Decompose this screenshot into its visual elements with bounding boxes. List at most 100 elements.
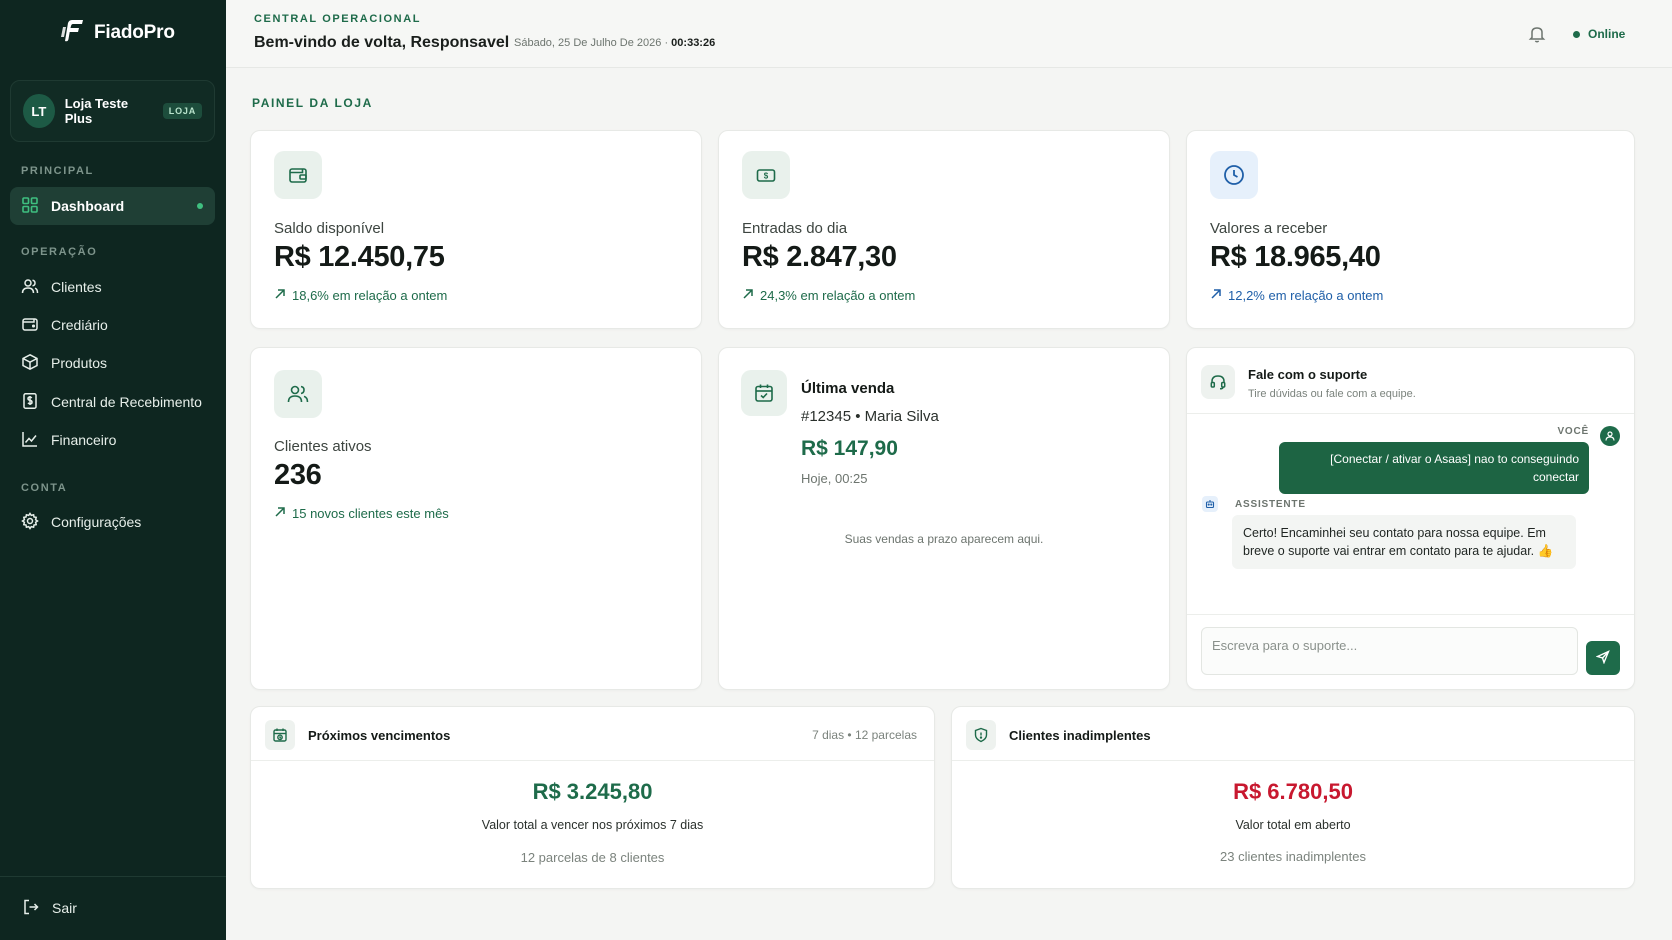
upcoming-value: R$ 3.245,80 xyxy=(532,779,653,804)
stat-delta: 15 novos clientes este mês xyxy=(274,506,449,521)
trend-up-icon xyxy=(1210,288,1222,303)
stat-label: Valores a receber xyxy=(1210,220,1328,237)
stat-card-entradas: $ Entradas do dia R$ 2.847,30 24,3% em r… xyxy=(718,130,1170,329)
header-time: 00:33:26 xyxy=(671,37,716,49)
support-title: Fale com o suporte xyxy=(1248,367,1368,382)
store-avatar: LT xyxy=(23,94,55,128)
cash-icon: $ xyxy=(742,151,790,199)
brand-name: FiadoPro xyxy=(94,22,175,43)
header-eyebrow: CENTRAL OPERACIONAL xyxy=(254,13,422,25)
users-icon xyxy=(274,370,322,418)
stat-value: 236 xyxy=(274,459,322,491)
stat-card-clientes: Clientes ativos 236 15 novos clientes es… xyxy=(250,347,702,690)
upcoming-note: 12 parcelas de 8 clientes xyxy=(520,850,665,865)
store-name: Loja Teste Plus xyxy=(64,96,129,126)
headset-icon xyxy=(1201,365,1235,399)
stat-value: R$ 2.847,30 xyxy=(742,241,897,273)
support-subtitle: Tire dúvidas ou fale com a equipe. xyxy=(1248,388,1416,400)
shield-icon xyxy=(966,720,996,750)
upcoming-description: Valor total a vencer nos próximos 7 dias xyxy=(481,818,704,832)
trend-up-icon xyxy=(274,288,286,303)
sidebar-item-configuracoes[interactable]: Configurações xyxy=(10,503,215,541)
svg-text:$: $ xyxy=(764,172,769,181)
sidebar-item-crediario[interactable]: Crediário xyxy=(10,306,215,344)
calendar-clock-icon xyxy=(265,720,295,750)
stat-delta-text: 24,3% em relação a ontem xyxy=(760,288,916,303)
store-card[interactable]: LT Loja Teste Plus LOJA xyxy=(10,80,215,142)
online-status: Online xyxy=(1573,27,1625,41)
stat-delta: 18,6% em relação a ontem xyxy=(274,288,447,303)
sidebar-item-label: Produtos xyxy=(51,355,108,371)
chart-icon xyxy=(21,430,39,451)
panel-title: PAINEL DA LOJA xyxy=(252,96,373,110)
sidebar: FiadoPro LT Loja Teste Plus LOJA PRINCIP… xyxy=(0,0,226,940)
logout-button[interactable]: Sair xyxy=(10,889,215,927)
stat-value: R$ 12.450,75 xyxy=(274,241,445,273)
sidebar-item-financeiro[interactable]: Financeiro xyxy=(10,421,215,459)
stat-delta-text: 12,2% em relação a ontem xyxy=(1228,288,1384,303)
assistant-label: ASSISTENTE xyxy=(1235,499,1306,510)
support-input[interactable] xyxy=(1201,627,1578,675)
sidebar-item-label: Central de Recebimento xyxy=(51,394,202,410)
trend-up-icon xyxy=(274,506,286,521)
send-icon xyxy=(1595,649,1610,667)
bot-icon xyxy=(1202,496,1218,512)
defaulters-description: Valor total em aberto xyxy=(1235,818,1351,832)
stat-card-saldo: Saldo disponível R$ 12.450,75 18,6% em r… xyxy=(250,130,702,329)
bell-icon[interactable] xyxy=(1527,24,1547,44)
user-label: VOCÊ xyxy=(1557,426,1589,437)
active-indicator xyxy=(197,203,203,209)
last-sale-time: Hoje, 00:25 xyxy=(801,471,868,486)
defaulters-title: Clientes inadimplentes xyxy=(1009,728,1151,743)
sidebar-item-clientes[interactable]: Clientes xyxy=(10,268,215,306)
section-label-principal: PRINCIPAL xyxy=(21,165,94,177)
clock-icon xyxy=(1210,151,1258,199)
sidebar-item-label: Dashboard xyxy=(51,198,125,214)
stat-delta: 12,2% em relação a ontem xyxy=(1210,288,1383,303)
sidebar-item-central-recebimento[interactable]: Central de Recebimento xyxy=(10,383,215,421)
welcome-message: Bem-vindo de volta, Responsavel xyxy=(254,34,510,51)
wallet-icon xyxy=(21,315,39,336)
last-sale-title: Última venda xyxy=(801,380,895,397)
sidebar-item-label: Configurações xyxy=(51,514,142,530)
status-label: Online xyxy=(1588,27,1626,41)
stat-delta: 24,3% em relação a ontem xyxy=(742,288,915,303)
upcoming-meta: 7 dias • 12 parcelas xyxy=(812,728,917,742)
sidebar-item-label: Crediário xyxy=(51,317,108,333)
sidebar-item-dashboard[interactable]: Dashboard xyxy=(10,187,215,225)
stat-delta-text: 18,6% em relação a ontem xyxy=(292,288,448,303)
last-sale-value: R$ 147,90 xyxy=(801,437,898,460)
assistant-message: Certo! Encaminhei seu contato para nossa… xyxy=(1232,515,1576,569)
box-icon xyxy=(21,353,39,374)
last-sale-card: Última venda #12345 • Maria Silva R$ 147… xyxy=(718,347,1170,690)
users-icon xyxy=(21,277,39,298)
brand[interactable]: FiadoPro xyxy=(58,18,175,48)
gear-icon xyxy=(21,511,39,533)
grid-icon xyxy=(21,196,39,217)
header-datetime: Sábado, 25 De Julho De 2026 · 00:33:26 xyxy=(514,37,715,49)
wallet-icon xyxy=(274,151,322,199)
calendar-check-icon xyxy=(741,370,787,416)
send-button[interactable] xyxy=(1586,641,1620,675)
section-label-conta: CONTA xyxy=(21,482,68,494)
sidebar-item-produtos[interactable]: Produtos xyxy=(10,344,215,382)
last-sale-id: #12345 • Maria Silva xyxy=(801,408,939,425)
sidebar-divider xyxy=(0,876,226,877)
fiadopro-logo-icon xyxy=(58,17,86,50)
top-header: CENTRAL OPERACIONAL Bem-vindo de volta, … xyxy=(226,0,1672,68)
section-label-operacao: OPERAÇÃO xyxy=(21,246,98,258)
support-header: Fale com o suporte Tire dúvidas ou fale … xyxy=(1187,348,1634,414)
upcoming-header: Próximos vencimentos 7 dias • 12 parcela… xyxy=(251,707,934,761)
stat-value: R$ 18.965,40 xyxy=(1210,241,1381,273)
defaulters-value: R$ 6.780,50 xyxy=(1233,779,1353,804)
logout-icon xyxy=(22,898,40,919)
last-sale-note: Suas vendas a prazo aparecem aqui. xyxy=(844,532,1044,546)
defaulters-card: Clientes inadimplentes R$ 6.780,50 Valor… xyxy=(951,706,1635,889)
stat-label: Entradas do dia xyxy=(742,220,848,237)
user-avatar-icon xyxy=(1600,426,1620,446)
stat-card-receber: Valores a receber R$ 18.965,40 12,2% em … xyxy=(1186,130,1635,329)
support-divider xyxy=(1187,614,1634,615)
header-date: Sábado, 25 De Julho De 2026 · xyxy=(514,37,669,49)
trend-up-icon xyxy=(742,288,754,303)
stat-label: Clientes ativos xyxy=(274,438,372,455)
